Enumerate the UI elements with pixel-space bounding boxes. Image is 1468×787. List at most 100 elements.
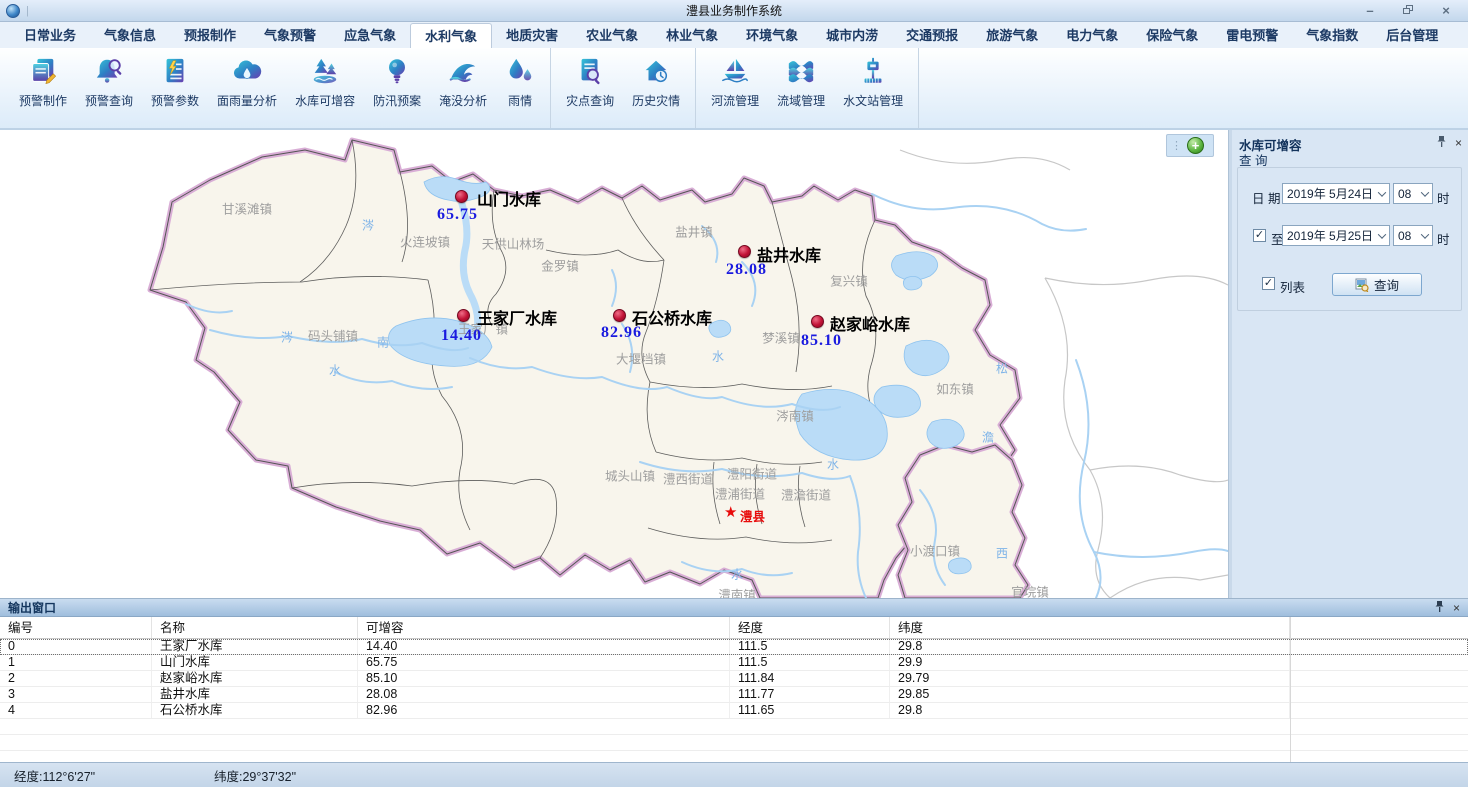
- column-header[interactable]: 编号: [0, 617, 152, 638]
- app-window: | 澧县业务制作系统 – × 日常业务 气象信息 预报制作 气象预警 应急气象 …: [0, 0, 1468, 787]
- menu-item-admin[interactable]: 后台管理: [1372, 24, 1452, 48]
- table-row[interactable]: 0 王家厂水库 14.40 111.5 29.8: [0, 639, 1468, 655]
- alert-params-icon: [160, 56, 190, 86]
- to-date-select[interactable]: 2019年 5月25日: [1282, 225, 1390, 246]
- river-label: 水: [827, 456, 839, 473]
- reservoir-marker[interactable]: [613, 309, 626, 322]
- menu-item-power[interactable]: 电力气象: [1052, 24, 1132, 48]
- close-output-icon[interactable]: ×: [1453, 602, 1460, 614]
- to-date-checkbox[interactable]: ✓: [1253, 229, 1266, 242]
- query-button[interactable]: 查询: [1332, 273, 1422, 296]
- river-label: 水: [329, 362, 341, 379]
- map-toolbar: ⋮ +: [1166, 134, 1214, 157]
- toolbar-flood-plan[interactable]: 防汛预案: [364, 52, 430, 126]
- table-empty-row: [0, 719, 1468, 735]
- reservoir-value: 82.96: [601, 324, 642, 342]
- town-label: 城头山镇: [605, 466, 655, 485]
- reservoir-marker[interactable]: [811, 315, 824, 328]
- toolbar-hydro-station-manage[interactable]: 水文站管理: [834, 52, 912, 126]
- toolbar-basin-manage[interactable]: 流域管理: [768, 52, 834, 126]
- toolbar-inundation-analysis[interactable]: 淹没分析: [430, 52, 496, 126]
- drag-grip-icon[interactable]: ⋮: [1171, 139, 1181, 152]
- alert-search-icon: [94, 56, 124, 86]
- toolbar-river-manage[interactable]: 河流管理: [702, 52, 768, 126]
- map-canvas[interactable]: 甘溪滩镇 火连坡镇 天供山林场 金罗镇 盐井镇 复兴镇 码头铺镇 王家厂镇 梦溪…: [0, 130, 1228, 598]
- restore-button[interactable]: [1400, 4, 1416, 18]
- river-label: 澹: [982, 429, 994, 446]
- toolbar-disaster-history[interactable]: 历史灾情: [623, 52, 689, 126]
- table-row[interactable]: 4 石公桥水库 82.96 111.65 29.8: [0, 703, 1468, 719]
- table-row[interactable]: 2 赵家峪水库 85.10 111.84 29.79: [0, 671, 1468, 687]
- town-label: 涔南镇: [776, 406, 814, 425]
- reservoir-name: 王家厂水库: [477, 305, 557, 329]
- flood-plan-icon: [382, 56, 412, 86]
- menu-item-hydrology-active[interactable]: 水利气象: [410, 23, 492, 48]
- menu-item-forecast-make[interactable]: 预报制作: [170, 24, 250, 48]
- menu-item-weather-index[interactable]: 气象指数: [1292, 24, 1372, 48]
- town-label: 澧西街道: [663, 469, 713, 488]
- toolbar-alert-search[interactable]: 预警查询: [76, 52, 142, 126]
- menu-item-geo-disaster[interactable]: 地质灾害: [492, 24, 572, 48]
- river-label: 涔: [362, 217, 374, 234]
- status-bar: 经度:112°6'27" 纬度:29°37'32": [0, 762, 1468, 787]
- toolbar-group-disaster: 灾点查询 历史灾情: [551, 48, 696, 128]
- town-label: 码头铺镇: [308, 326, 358, 345]
- reservoir-marker[interactable]: [738, 245, 751, 258]
- output-window-title: 输出窗口: [8, 599, 56, 616]
- close-button[interactable]: ×: [1438, 4, 1454, 18]
- toolbar-area-rain-analysis[interactable]: 面雨量分析: [208, 52, 286, 126]
- disaster-history-icon: [641, 56, 671, 86]
- reservoir-value: 85.10: [801, 332, 842, 350]
- county-star-icon: ★: [724, 505, 737, 520]
- toolbar-alert-compose[interactable]: 预警制作: [10, 52, 76, 126]
- menu-item-daily[interactable]: 日常业务: [10, 24, 90, 48]
- close-panel-icon[interactable]: ×: [1455, 137, 1462, 149]
- menu-item-agriculture[interactable]: 农业气象: [572, 24, 652, 48]
- column-header[interactable]: 纬度: [890, 617, 1290, 638]
- column-header[interactable]: 经度: [730, 617, 890, 638]
- menu-item-urban-flood[interactable]: 城市内涝: [812, 24, 892, 48]
- menu-item-environment[interactable]: 环境气象: [732, 24, 812, 48]
- town-label: 澧阳街道: [727, 464, 777, 483]
- toolbar-rain-info[interactable]: 雨情: [496, 52, 544, 126]
- status-latitude: 纬度:29°37'32": [214, 766, 296, 785]
- menu-item-traffic[interactable]: 交通预报: [892, 24, 972, 48]
- pin-icon[interactable]: [1435, 600, 1444, 615]
- reservoir-marker[interactable]: [455, 190, 468, 203]
- toolbar-reservoir-capacity[interactable]: 水库可增容: [286, 52, 364, 126]
- menu-item-emergency[interactable]: 应急气象: [330, 24, 410, 48]
- menu-item-tourism[interactable]: 旅游气象: [972, 24, 1052, 48]
- menu-item-weather-alert[interactable]: 气象预警: [250, 24, 330, 48]
- from-hour-select[interactable]: 08: [1393, 183, 1433, 204]
- menu-item-forestry[interactable]: 林业气象: [652, 24, 732, 48]
- query-button-label: 查询: [1374, 275, 1399, 294]
- reservoir-name: 石公桥水库: [632, 305, 712, 329]
- zoom-in-button[interactable]: +: [1187, 137, 1204, 154]
- output-window: 输出窗口 × 编号 名称 可增容 经度 纬度 0 王家厂水库 14.40 111…: [0, 598, 1468, 762]
- table-row[interactable]: 1 山门水库 65.75 111.5 29.9: [0, 655, 1468, 671]
- river-label: 松: [996, 360, 1008, 377]
- reservoir-value: 28.08: [726, 261, 767, 279]
- from-date-select[interactable]: 2019年 5月24日: [1282, 183, 1390, 204]
- menu-item-lightning[interactable]: 雷电预警: [1212, 24, 1292, 48]
- reservoir-name: 山门水库: [477, 186, 541, 210]
- query-button-icon: [1355, 278, 1369, 292]
- town-label: 小渡口镇: [910, 541, 960, 560]
- column-header[interactable]: 可增容: [358, 617, 730, 638]
- table-row[interactable]: 3 盐井水库 28.08 111.77 29.85: [0, 687, 1468, 703]
- toolbar-disaster-point-search[interactable]: 灾点查询: [557, 52, 623, 126]
- date-label: 日 期: [1252, 188, 1280, 207]
- minimize-button[interactable]: –: [1362, 4, 1378, 18]
- river-label: 南: [377, 334, 389, 351]
- pin-icon[interactable]: [1437, 135, 1446, 150]
- column-header[interactable]: 名称: [152, 617, 358, 638]
- table-empty-row: [0, 735, 1468, 751]
- menu-item-insurance[interactable]: 保险气象: [1132, 24, 1212, 48]
- menu-item-weather-info[interactable]: 气象信息: [90, 24, 170, 48]
- output-table: 编号 名称 可增容 经度 纬度 0 王家厂水库 14.40 111.5 29.8…: [0, 617, 1468, 762]
- to-hour-select[interactable]: 08: [1393, 225, 1433, 246]
- reservoir-marker[interactable]: [457, 309, 470, 322]
- river-label: 涔: [281, 329, 293, 346]
- toolbar-alert-params[interactable]: 预警参数: [142, 52, 208, 126]
- list-checkbox[interactable]: ✓: [1262, 277, 1275, 290]
